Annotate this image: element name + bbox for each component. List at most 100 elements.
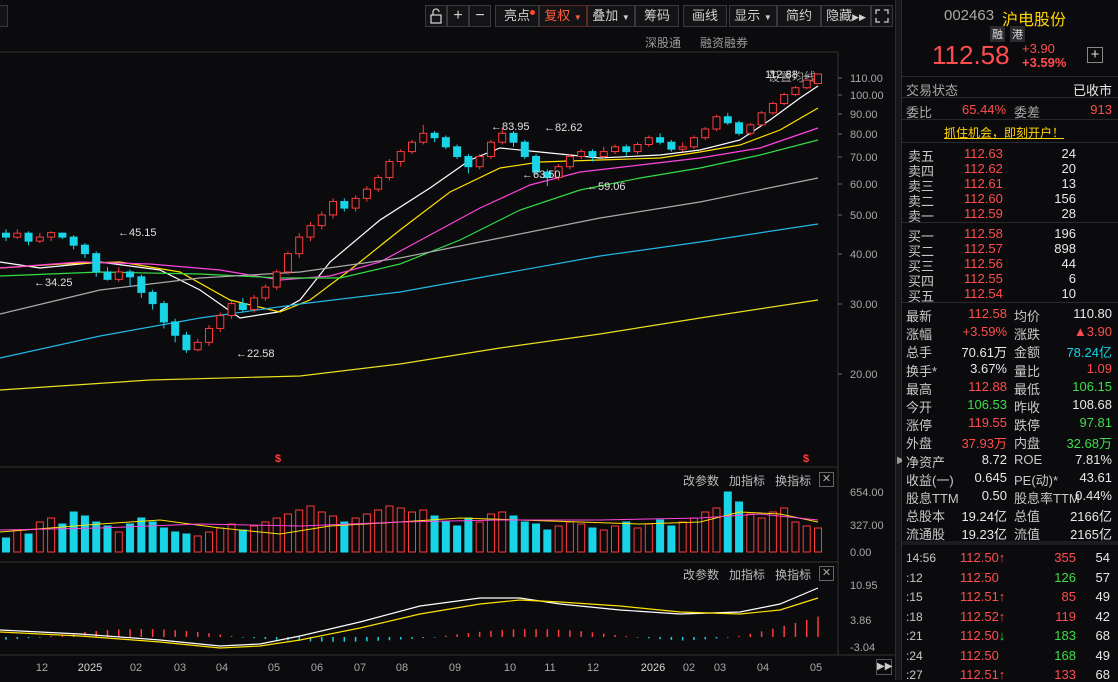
buy-order-price[interactable]: 112.57	[964, 241, 1003, 256]
candle-body[interactable]	[599, 151, 608, 157]
candle-body[interactable]	[802, 79, 811, 89]
candle-body[interactable]	[385, 161, 394, 179]
candle-body[interactable]	[701, 128, 710, 139]
candle-body[interactable]	[182, 334, 191, 351]
candle-body[interactable]	[509, 132, 518, 143]
candle-body[interactable]	[295, 236, 304, 255]
quote-value: 2166亿	[1070, 509, 1112, 525]
candle-body[interactable]	[283, 253, 292, 273]
candle-body[interactable]	[351, 197, 360, 209]
candle-body[interactable]	[216, 315, 225, 329]
candle-body[interactable]	[678, 146, 687, 150]
candle-body[interactable]	[250, 297, 259, 310]
vol-add-indicator-button[interactable]: 加指标	[729, 474, 765, 488]
candle-body[interactable]	[374, 177, 383, 190]
candle-body[interactable]	[261, 286, 270, 299]
candle-body[interactable]	[35, 236, 44, 242]
macd-change-indicator-button[interactable]: 换指标	[775, 568, 811, 582]
candle-body[interactable]	[588, 151, 597, 157]
candle-body[interactable]	[644, 137, 653, 145]
candle-body[interactable]	[419, 132, 428, 143]
buy-order-price[interactable]: 112.54	[964, 286, 1003, 301]
open-account-link[interactable]: 抓住机会，即刻开户！	[944, 124, 1064, 141]
candle-body[interactable]	[114, 271, 123, 280]
candle-body[interactable]	[520, 141, 529, 157]
candle-body[interactable]	[227, 303, 236, 317]
panel-separator[interactable]	[902, 541, 1118, 545]
tick-volume: 85	[1061, 589, 1076, 604]
candle-body[interactable]	[340, 201, 349, 209]
candle-body[interactable]	[329, 201, 338, 216]
candle-body[interactable]	[712, 116, 721, 130]
candle-body[interactable]	[205, 327, 213, 343]
sell-order-price[interactable]: 112.61	[964, 176, 1003, 191]
candle-body[interactable]	[746, 124, 755, 134]
candle-body[interactable]	[622, 146, 631, 153]
candle-body[interactable]	[47, 232, 56, 238]
close-icon[interactable]: ✕	[819, 472, 834, 487]
vol-change-indicator-button[interactable]: 换指标	[775, 474, 811, 488]
sell-order-price[interactable]: 112.62	[964, 161, 1003, 176]
macd-add-indicator-button[interactable]: 加指标	[729, 568, 765, 582]
candle-body[interactable]	[80, 244, 89, 255]
sell-order-price[interactable]: 112.60	[964, 191, 1003, 206]
candle-body[interactable]	[486, 141, 495, 157]
sell-order-price[interactable]: 112.63	[964, 146, 1003, 161]
candle-body[interactable]	[408, 141, 416, 153]
candle-body[interactable]	[464, 155, 473, 168]
event-marker[interactable]: $	[275, 453, 281, 465]
candle-body[interactable]	[611, 146, 619, 153]
candle-body[interactable]	[441, 137, 450, 148]
candle-body[interactable]	[137, 276, 146, 293]
candle-body[interactable]	[238, 303, 247, 310]
candle-body[interactable]	[577, 151, 586, 157]
candle-body[interactable]	[735, 122, 744, 134]
sell-order-price[interactable]: 112.59	[964, 206, 1003, 221]
candle-body[interactable]	[656, 137, 665, 143]
candle-body[interactable]	[148, 291, 157, 305]
candle-body[interactable]	[723, 116, 732, 124]
candle-body[interactable]	[780, 94, 789, 104]
candle-body[interactable]	[814, 73, 822, 85]
candle-body[interactable]	[768, 102, 777, 114]
candle-body[interactable]	[791, 87, 800, 96]
candle-body[interactable]	[24, 232, 33, 242]
candle-body[interactable]	[69, 236, 78, 246]
candle-body[interactable]	[2, 232, 10, 238]
candle-body[interactable]	[92, 253, 101, 273]
buy-order-price[interactable]: 112.55	[964, 271, 1003, 286]
candle-body[interactable]	[430, 132, 439, 139]
candle-body[interactable]	[633, 143, 642, 153]
panel-divider[interactable]: ▶	[895, 0, 905, 680]
candle-body[interactable]	[498, 132, 507, 143]
time-tick-label: 04	[757, 662, 769, 674]
candle-body[interactable]	[565, 155, 574, 168]
close-icon[interactable]: ✕	[819, 566, 834, 581]
event-marker[interactable]: $	[803, 453, 809, 465]
candle-body[interactable]	[58, 232, 67, 238]
buy-order-price[interactable]: 112.58	[964, 226, 1003, 241]
candle-body[interactable]	[362, 188, 371, 199]
vol-params-button[interactable]: 改参数	[683, 474, 719, 488]
candle-body[interactable]	[453, 146, 462, 157]
macd-params-button[interactable]: 改参数	[683, 568, 719, 582]
candle-body[interactable]	[396, 151, 405, 163]
candle-body[interactable]	[272, 271, 281, 288]
candle-body[interactable]	[13, 232, 22, 238]
candle-body[interactable]	[667, 141, 676, 150]
candle-body[interactable]	[159, 303, 168, 323]
candle-body[interactable]	[475, 155, 484, 168]
candle-body[interactable]	[317, 214, 326, 227]
candle-body[interactable]	[171, 321, 180, 336]
candle-body[interactable]	[193, 341, 202, 351]
kline-chart-area[interactable]: + − 亮点 复权 ▼ 叠加 ▼ 筹码 画线 显示 ▼ 简约 隐藏▶▶ 深股通 …	[0, 0, 895, 680]
buy-order-price[interactable]: 112.56	[964, 256, 1003, 271]
candle-body[interactable]	[757, 112, 766, 126]
candle-body[interactable]	[689, 137, 698, 148]
add-watchlist-icon[interactable]: +	[1087, 47, 1103, 63]
candle-body[interactable]	[103, 271, 112, 280]
candle-body[interactable]	[126, 271, 135, 278]
scroll-right-icon[interactable]: ▶▶	[876, 659, 892, 675]
candle-body[interactable]	[306, 225, 315, 238]
volume-bar	[193, 535, 202, 553]
